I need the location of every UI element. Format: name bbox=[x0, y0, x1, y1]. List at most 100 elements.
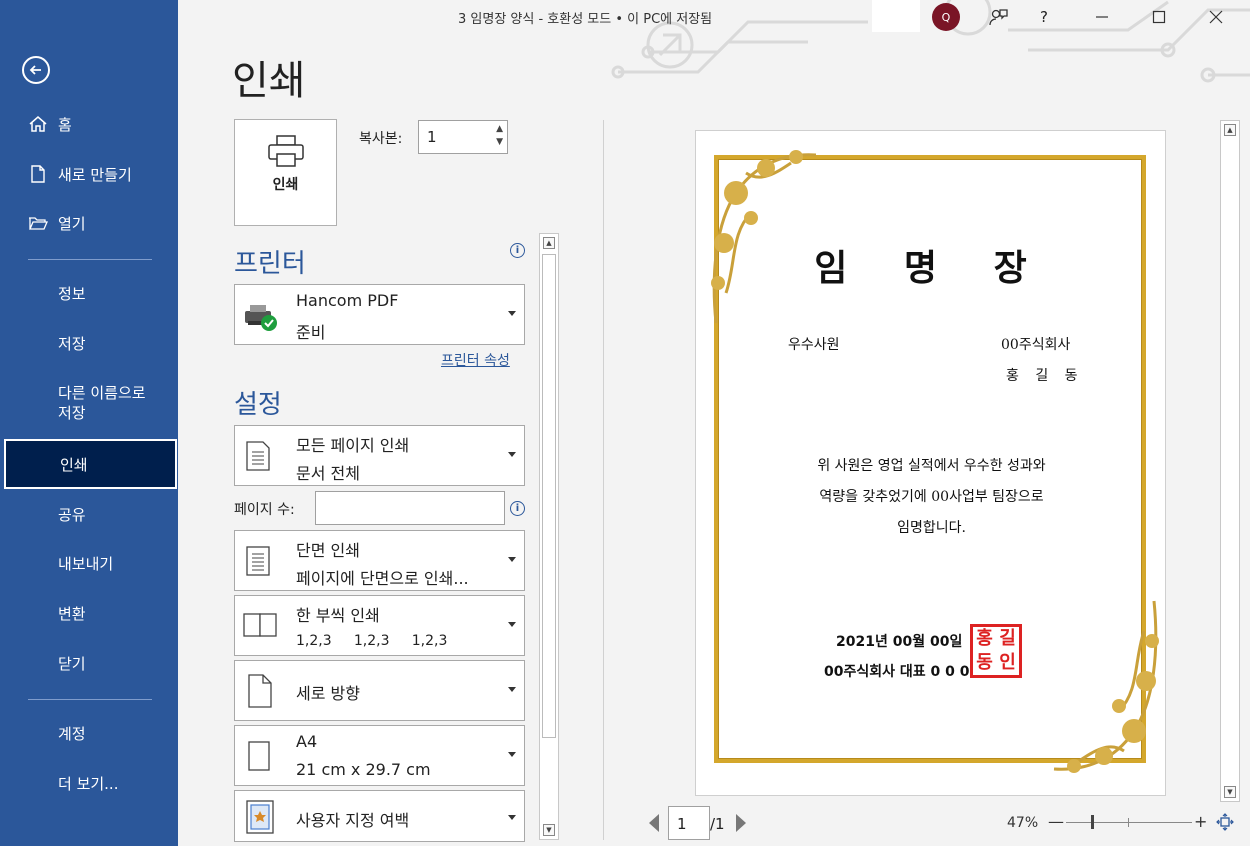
folder-open-icon bbox=[29, 217, 48, 230]
settings-scrollbar[interactable]: ▲ ▼ bbox=[539, 233, 559, 840]
collate-sub: 1,2,3 1,2,3 1,2,3 bbox=[296, 633, 448, 649]
zoom-in-button[interactable]: + bbox=[1194, 812, 1207, 831]
info-icon[interactable]: i bbox=[510, 243, 525, 258]
new-document-icon bbox=[31, 165, 45, 183]
nav-transform-label: 변환 bbox=[58, 604, 86, 623]
zoom-center-tick bbox=[1128, 818, 1129, 827]
chevron-down-icon bbox=[508, 311, 516, 316]
chevron-up-icon[interactable]: ▲ bbox=[496, 123, 503, 136]
comment-button[interactable] bbox=[986, 5, 1010, 29]
nav-home-label: 홈 bbox=[58, 115, 72, 134]
nav-open[interactable]: 열기 bbox=[0, 200, 178, 246]
zoom-slider-thumb[interactable] bbox=[1091, 815, 1094, 829]
chevron-down-icon bbox=[508, 622, 516, 627]
printer-properties-link[interactable]: 프린터 속성 bbox=[441, 350, 510, 370]
paper-size-label: A4 bbox=[296, 732, 318, 751]
printer-ready-icon bbox=[245, 305, 277, 331]
portrait-page-icon bbox=[248, 674, 272, 708]
minimize-button[interactable] bbox=[1090, 5, 1114, 29]
nav-new[interactable]: 새로 만들기 bbox=[0, 151, 178, 197]
preview-scrollbar[interactable]: ▲ ▼ bbox=[1220, 120, 1240, 802]
scroll-thumb[interactable] bbox=[542, 254, 556, 738]
pages-label: 페이지 수: bbox=[234, 502, 295, 518]
nav-more-label: 더 보기... bbox=[58, 774, 119, 793]
printer-status: 준비 bbox=[296, 323, 326, 342]
nav-share[interactable]: 공유 bbox=[0, 491, 178, 537]
zoom-slider[interactable] bbox=[1066, 822, 1192, 823]
paper-size-dropdown[interactable]: A4 21 cm x 29.7 cm bbox=[234, 725, 525, 786]
chevron-down-icon bbox=[508, 687, 516, 692]
maximize-button[interactable] bbox=[1147, 5, 1171, 29]
sides-dropdown[interactable]: 단면 인쇄 페이지에 단면으로 인쇄... bbox=[234, 530, 525, 591]
copies-input[interactable]: 1 ▲ ▼ bbox=[418, 120, 508, 154]
nav-save-as-label: 다른 이름으로 저장 bbox=[58, 384, 146, 422]
seal-char: 홍 bbox=[976, 628, 993, 649]
maximize-icon bbox=[1152, 10, 1166, 24]
scroll-up-button[interactable]: ▲ bbox=[543, 237, 555, 249]
nav-transform[interactable]: 변환 bbox=[0, 590, 178, 636]
orientation-label: 세로 방향 bbox=[296, 684, 360, 703]
titlebar-blank bbox=[872, 0, 920, 32]
red-seal-stamp: 홍 길 동 인 bbox=[970, 624, 1022, 678]
chevron-down-icon bbox=[508, 452, 516, 457]
pages-input[interactable] bbox=[315, 491, 505, 525]
nav-open-label: 열기 bbox=[58, 214, 86, 233]
current-page-input[interactable]: 1 bbox=[668, 806, 710, 840]
help-button[interactable]: ? bbox=[1032, 5, 1056, 29]
nav-home[interactable]: 홈 bbox=[0, 101, 178, 147]
body-line: 임명합니다. bbox=[897, 520, 966, 536]
gold-ornament-top-left bbox=[711, 150, 816, 324]
nav-close[interactable]: 닫기 bbox=[0, 640, 178, 686]
scroll-down-button[interactable]: ▼ bbox=[1224, 786, 1236, 798]
next-page-button[interactable] bbox=[736, 814, 746, 832]
body-line: 위 사원은 영업 실적에서 우수한 성과와 bbox=[817, 458, 1046, 474]
nav-more[interactable]: 더 보기... bbox=[0, 760, 178, 806]
nav-account[interactable]: 계정 bbox=[0, 710, 178, 756]
close-icon bbox=[1209, 10, 1223, 24]
custom-margins-icon bbox=[246, 800, 274, 834]
arrow-left-icon bbox=[29, 65, 41, 75]
copies-stepper[interactable]: ▲ ▼ bbox=[496, 123, 503, 149]
printer-dropdown[interactable]: Hancom PDF 준비 bbox=[234, 284, 525, 345]
seal-char: 길 bbox=[999, 628, 1016, 649]
collate-icon bbox=[243, 613, 277, 637]
paper-size-icon bbox=[248, 741, 270, 771]
nav-export[interactable]: 내보내기 bbox=[0, 540, 178, 586]
certificate-body: 위 사원은 영업 실적에서 우수한 성과와 역량을 갖추었기에 00사업부 팀장… bbox=[696, 451, 1167, 544]
user-avatar[interactable]: Q bbox=[932, 3, 960, 31]
printer-section-title: 프린터 bbox=[234, 249, 306, 279]
print-button[interactable]: 인쇄 bbox=[234, 119, 337, 226]
nav-save-as[interactable]: 다른 이름으로 저장 bbox=[0, 380, 178, 426]
back-button[interactable] bbox=[22, 56, 50, 84]
person-chat-icon bbox=[989, 9, 1008, 26]
margins-dropdown[interactable]: 사용자 지정 여백 bbox=[234, 790, 525, 842]
orientation-dropdown[interactable]: 세로 방향 bbox=[234, 660, 525, 721]
zoom-out-button[interactable]: — bbox=[1048, 812, 1064, 831]
paper-size-sub: 21 cm x 29.7 cm bbox=[296, 760, 431, 779]
seal-char: 인 bbox=[999, 652, 1016, 673]
previous-page-button[interactable] bbox=[649, 814, 659, 832]
sidebar-divider bbox=[28, 699, 152, 700]
sides-label: 단면 인쇄 bbox=[296, 541, 360, 560]
info-icon[interactable]: i bbox=[510, 501, 525, 516]
scroll-down-button[interactable]: ▼ bbox=[543, 824, 555, 836]
representative-line: 00주식회사 대표 0 0 0 bbox=[824, 664, 970, 680]
recipient-name: 홍 길 동 bbox=[1006, 368, 1084, 384]
collate-dropdown[interactable]: 한 부씩 인쇄 1,2,3 1,2,3 1,2,3 bbox=[234, 595, 525, 656]
zoom-level[interactable]: 47% bbox=[1007, 815, 1038, 831]
panel-divider bbox=[603, 120, 604, 840]
nav-info[interactable]: 정보 bbox=[0, 270, 178, 316]
close-button[interactable] bbox=[1204, 5, 1228, 29]
fit-to-page-icon[interactable] bbox=[1216, 813, 1234, 831]
print-range-label: 모든 페이지 인쇄 bbox=[296, 436, 410, 455]
award-label: 우수사원 bbox=[788, 337, 840, 353]
nav-print[interactable]: 인쇄 bbox=[4, 439, 177, 489]
print-range-dropdown[interactable]: 모든 페이지 인쇄 문서 전체 bbox=[234, 425, 525, 486]
chevron-down-icon[interactable]: ▼ bbox=[496, 136, 503, 149]
nav-save[interactable]: 저장 bbox=[0, 320, 178, 366]
scroll-up-button[interactable]: ▲ bbox=[1224, 124, 1236, 136]
copies-label: 복사본: bbox=[359, 131, 403, 147]
copies-value: 1 bbox=[427, 128, 437, 146]
minimize-icon bbox=[1096, 16, 1108, 18]
settings-section-title: 설정 bbox=[234, 390, 282, 420]
